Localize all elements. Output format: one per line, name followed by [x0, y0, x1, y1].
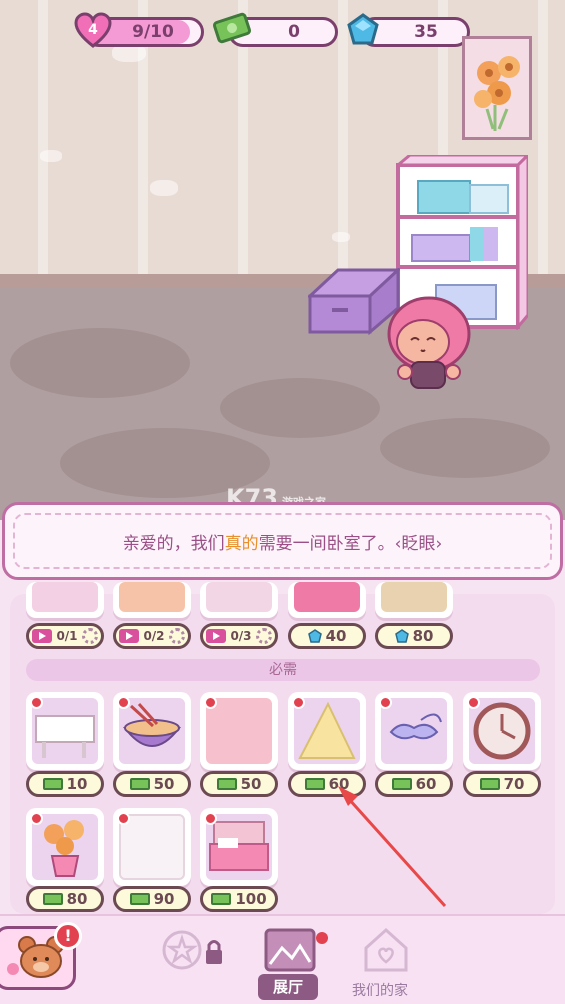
- video-ad-icon: [206, 629, 227, 643]
- new-badge: [292, 696, 305, 709]
- star-medal-icon[interactable]: [156, 928, 226, 974]
- new-badge: [30, 696, 43, 709]
- price-wall-clock[interactable]: 70: [463, 771, 541, 797]
- cash-icon: [304, 778, 325, 790]
- gem-value: 35: [414, 22, 438, 42]
- price-table[interactable]: 10: [26, 771, 104, 797]
- gem-icon: [307, 629, 322, 643]
- table-icon: [32, 698, 98, 764]
- shop-card-top-4[interactable]: [288, 582, 366, 618]
- dialog-text: 亲爱的，我们真的需要一间卧室了。‹眨眼›: [122, 533, 443, 554]
- dialog-highlight: 真的: [224, 533, 259, 554]
- cash-icon: [216, 778, 237, 790]
- cash-value: 0: [288, 22, 300, 42]
- sleep-mask-icon: [381, 698, 447, 764]
- cash-icon: [129, 893, 150, 905]
- shop-item-pink-bed[interactable]: [200, 808, 278, 886]
- new-badge: [117, 696, 130, 709]
- video-ad-icon: [32, 629, 53, 643]
- dialog-frame: 亲爱的，我们真的需要一间卧室了。‹眨眼›: [13, 513, 552, 569]
- pink-rug-icon: [206, 698, 272, 764]
- yellow-rug-icon: [294, 698, 360, 764]
- price-white-rug[interactable]: 90: [113, 886, 191, 912]
- ad-price-1[interactable]: 0/1: [26, 623, 104, 649]
- shop-item-table[interactable]: [26, 692, 104, 770]
- gem-price-2[interactable]: 80: [375, 623, 453, 649]
- hearts-value: 9/10: [132, 22, 174, 42]
- flower-painting[interactable]: [462, 36, 532, 140]
- cash-icon: [212, 12, 252, 44]
- alert-badge: !: [54, 922, 82, 950]
- shop-item-white-rug[interactable]: [113, 808, 191, 886]
- price-sleep-mask[interactable]: 60: [375, 771, 453, 797]
- clock-icon: [469, 698, 535, 764]
- cash-icon: [391, 778, 412, 790]
- shop-item-noodle-bowl[interactable]: [113, 692, 191, 770]
- flower-vase-icon: [32, 814, 98, 880]
- girl-character[interactable]: [383, 296, 473, 392]
- tab-gallery[interactable]: 展厅: [258, 974, 318, 1000]
- gem-icon: [347, 13, 379, 45]
- shop-item-yellow-rug[interactable]: [288, 692, 366, 770]
- lock-icon: [207, 940, 221, 950]
- price-yellow-rug[interactable]: 60: [288, 771, 366, 797]
- price-noodle-bowl[interactable]: 50: [113, 771, 191, 797]
- video-ad-icon: [119, 629, 140, 643]
- gallery-badge: [316, 932, 328, 944]
- gallery-icon[interactable]: [262, 926, 318, 974]
- heart-icon: 4: [74, 12, 112, 48]
- cash-icon: [129, 778, 150, 790]
- price-pink-bed[interactable]: 100: [200, 886, 278, 912]
- gem-price-1[interactable]: 40: [288, 623, 366, 649]
- shop-item-flower-vase[interactable]: [26, 808, 104, 886]
- progress-ring-icon: [81, 628, 98, 644]
- cash-icon: [211, 893, 232, 905]
- hearts-level: 4: [88, 22, 98, 38]
- cash-icon: [42, 778, 63, 790]
- white-rug-icon: [119, 814, 185, 880]
- home-icon[interactable]: [360, 926, 412, 972]
- gem-icon: [394, 629, 409, 643]
- noodle-bowl-icon: [119, 698, 185, 764]
- cash-icon: [479, 778, 500, 790]
- new-badge: [467, 696, 480, 709]
- shop-card-top-3[interactable]: [200, 582, 278, 618]
- new-badge: [117, 812, 130, 825]
- new-badge: [379, 696, 392, 709]
- new-badge: [30, 812, 43, 825]
- price-pink-rug[interactable]: 50: [200, 771, 278, 797]
- dialog-box[interactable]: 亲爱的，我们真的需要一间卧室了。‹眨眼›: [2, 502, 563, 580]
- new-badge: [204, 812, 217, 825]
- progress-ring-icon: [168, 628, 185, 644]
- tab-our-home[interactable]: 我们的家: [352, 980, 408, 1000]
- new-badge: [204, 696, 217, 709]
- shop-card-top-1[interactable]: [26, 582, 104, 618]
- shop-item-sleep-mask[interactable]: [375, 692, 453, 770]
- section-title: 必需: [26, 659, 540, 681]
- sunflower-icon: [474, 56, 520, 131]
- shop-card-top-2[interactable]: [113, 582, 191, 618]
- ad-price-2[interactable]: 0/2: [113, 623, 191, 649]
- cash-icon: [42, 893, 63, 905]
- shop-card-top-5[interactable]: [375, 582, 453, 618]
- shop-item-wall-clock[interactable]: [463, 692, 541, 770]
- progress-ring-icon: [255, 628, 272, 644]
- shop-item-pink-rug[interactable]: [200, 692, 278, 770]
- price-flower-vase[interactable]: 80: [26, 886, 104, 912]
- ad-price-3[interactable]: 0/3: [200, 623, 278, 649]
- bed-icon: [206, 814, 272, 880]
